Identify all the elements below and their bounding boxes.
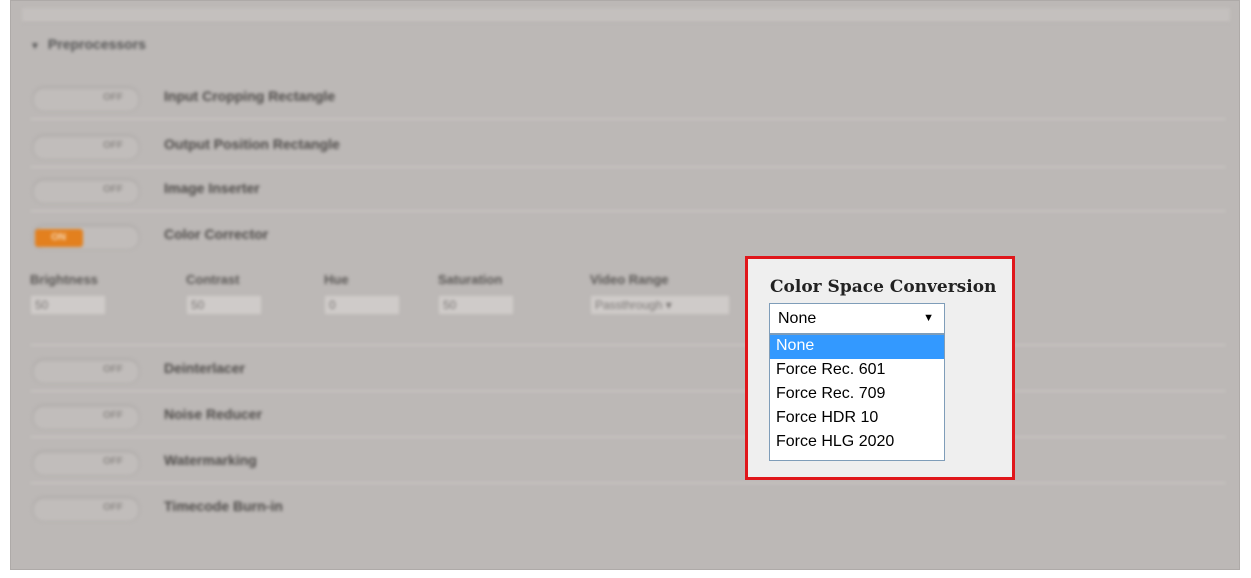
- toggle-noise-reducer[interactable]: OFF: [32, 404, 140, 430]
- option-force-hdr-10[interactable]: Force HDR 10: [770, 407, 944, 431]
- hue-label: Hue: [324, 272, 349, 287]
- video-range-label: Video Range: [590, 272, 669, 287]
- row-color-corrector: ON Color Corrector: [30, 212, 1226, 252]
- row-label: Noise Reducer: [164, 406, 263, 422]
- option-none[interactable]: None: [770, 335, 944, 359]
- section-title-label: Preprocessors: [47, 36, 146, 52]
- brightness-input[interactable]: 50: [30, 295, 106, 315]
- brightness-label: Brightness: [30, 272, 98, 287]
- option-force-hlg-2020[interactable]: Force HLG 2020: [770, 431, 944, 455]
- hue-group: Hue 0: [324, 272, 400, 315]
- row-label: Deinterlacer: [164, 360, 245, 376]
- row-noise-reducer: OFF Noise Reducer: [30, 392, 1226, 438]
- video-range-select[interactable]: Passthrough ▾: [590, 295, 730, 315]
- color-space-title: Color Space Conversion: [770, 277, 997, 297]
- option-force-rec-601[interactable]: Force Rec. 601: [770, 359, 944, 383]
- toggle-output-position[interactable]: OFF: [32, 134, 140, 160]
- row-image-inserter: OFF Image Inserter: [30, 166, 1226, 212]
- row-label: Timecode Burn-in: [164, 498, 283, 514]
- video-range-group: Video Range Passthrough ▾: [590, 272, 730, 315]
- toggle-watermarking[interactable]: OFF: [32, 450, 140, 476]
- row-output-position: OFF Output Position Rectangle: [30, 122, 1226, 168]
- dropdown-arrow-icon: ▼: [923, 312, 934, 324]
- saturation-input[interactable]: 50: [438, 295, 514, 315]
- toggle-input-cropping[interactable]: OFF: [32, 86, 140, 112]
- contrast-group: Contrast 50: [186, 272, 262, 315]
- brightness-group: Brightness 50: [30, 272, 106, 315]
- row-label: Input Cropping Rectangle: [164, 88, 336, 104]
- saturation-group: Saturation 50: [438, 272, 514, 315]
- color-space-selected-value: None: [778, 310, 817, 327]
- contrast-input[interactable]: 50: [186, 295, 262, 315]
- collapse-triangle-icon[interactable]: ▼: [30, 41, 40, 52]
- toggle-color-corrector[interactable]: ON: [32, 224, 140, 250]
- toggle-timecode-burn-in[interactable]: OFF: [32, 496, 140, 522]
- row-timecode-burn-in: OFF Timecode Burn-in: [30, 484, 1226, 530]
- top-bar: [22, 8, 1230, 23]
- contrast-label: Contrast: [186, 272, 240, 287]
- toggle-knob: ON: [35, 229, 83, 247]
- row-input-cropping: OFF Input Cropping Rectangle: [30, 74, 1226, 120]
- row-label: Watermarking: [164, 452, 257, 468]
- option-force-rec-709[interactable]: Force Rec. 709: [770, 383, 944, 407]
- divider: [30, 118, 1226, 120]
- row-label: Image Inserter: [164, 180, 260, 196]
- color-space-dropdown-list: None Force Rec. 601 Force Rec. 709 Force…: [769, 334, 945, 461]
- saturation-label: Saturation: [438, 272, 503, 287]
- row-deinterlacer: OFF Deinterlacer: [30, 346, 1226, 392]
- row-watermarking: OFF Watermarking: [30, 438, 1226, 484]
- color-space-select[interactable]: None ▼: [769, 303, 945, 334]
- row-label: Output Position Rectangle: [164, 136, 340, 152]
- section-title[interactable]: ▼ Preprocessors: [30, 36, 146, 52]
- toggle-deinterlacer[interactable]: OFF: [32, 358, 140, 384]
- row-label: Color Corrector: [164, 226, 269, 242]
- hue-input[interactable]: 0: [324, 295, 400, 315]
- color-space-highlight: Color Space Conversion None ▼ None Force…: [745, 256, 1015, 480]
- toggle-image-inserter[interactable]: OFF: [32, 178, 140, 204]
